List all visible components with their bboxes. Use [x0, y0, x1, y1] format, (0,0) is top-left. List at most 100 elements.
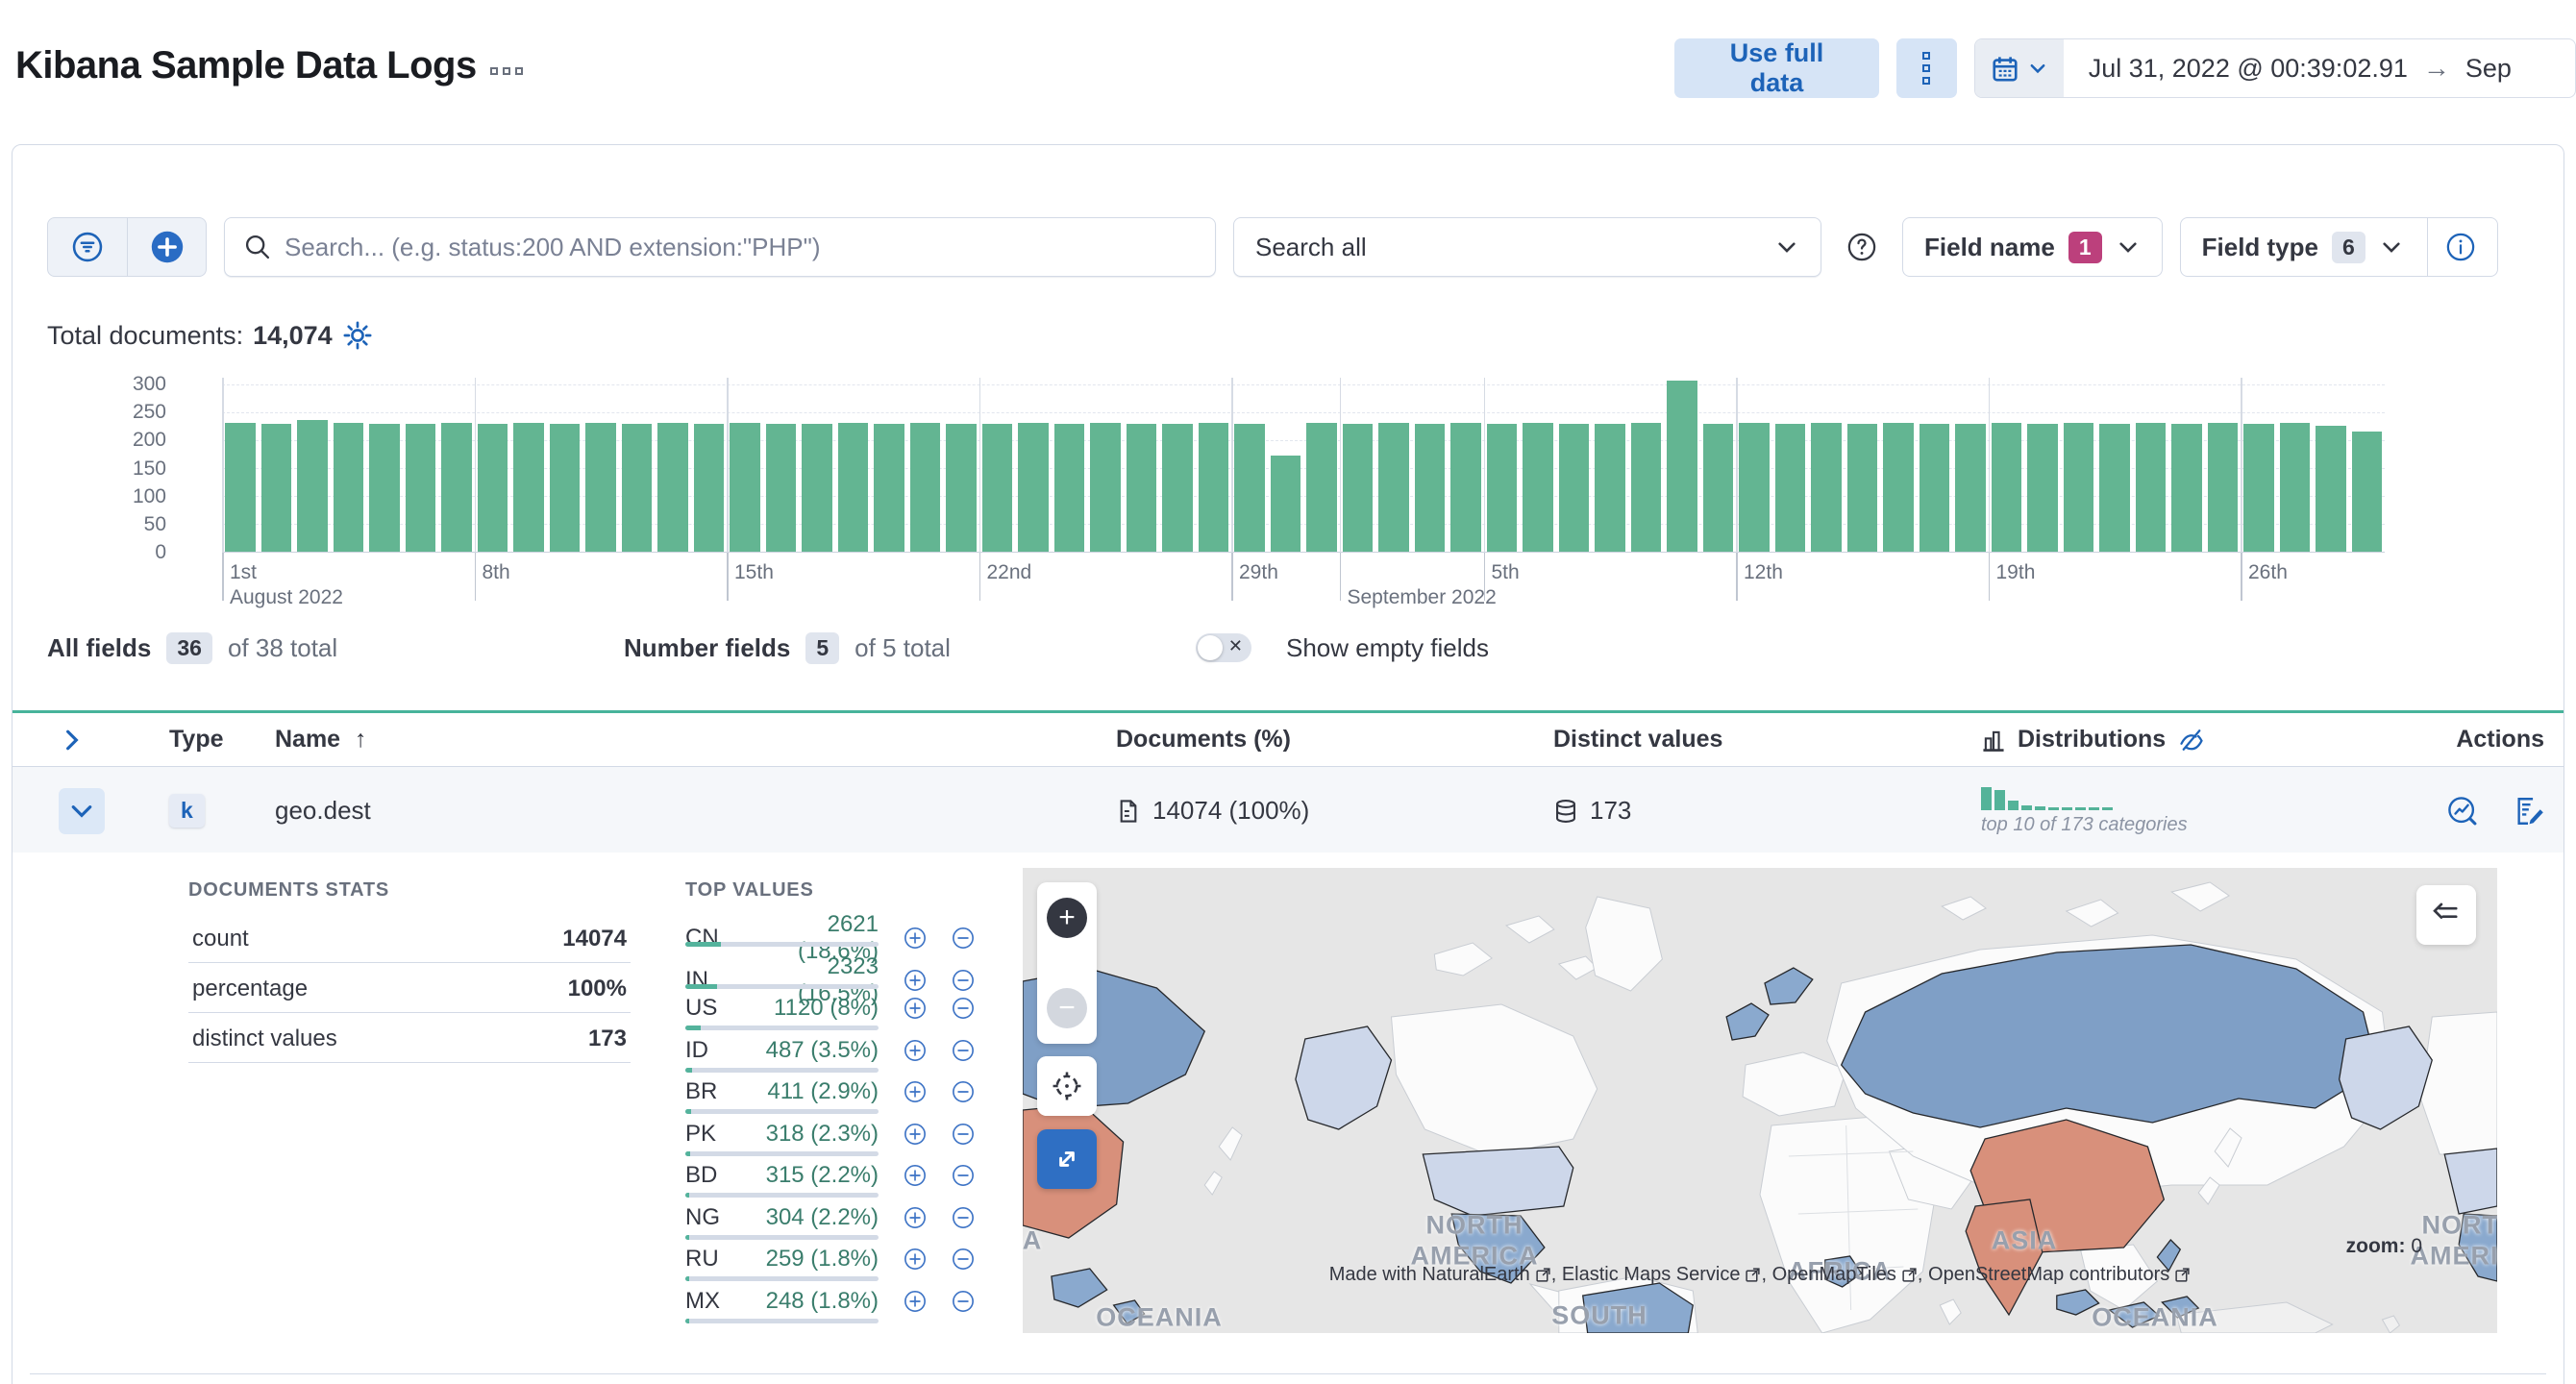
date-end[interactable]: Sep: [2465, 54, 2512, 84]
filter-for-button[interactable]: [904, 1290, 927, 1313]
field-type-filter[interactable]: Field type 6: [2179, 217, 2498, 277]
date-start[interactable]: Jul 31, 2022 @ 00:39:02.91: [2089, 54, 2408, 84]
filter-out-button[interactable]: [952, 997, 975, 1020]
map-zoom-out-button[interactable]: −: [1047, 988, 1087, 1028]
map-zoom-in-button[interactable]: +: [1047, 898, 1087, 938]
top-value-progress-bar: [685, 1150, 879, 1156]
filter-for-value-icon: [904, 998, 926, 1019]
help-button[interactable]: [1839, 217, 1885, 277]
attribution-link[interactable]: OpenMapTiles: [1772, 1264, 1918, 1286]
expand-all-chevron-icon[interactable]: [59, 727, 86, 754]
filter-for-button[interactable]: [904, 927, 927, 950]
filter-button[interactable]: [48, 218, 127, 276]
chevron-down-icon: [2119, 242, 2137, 253]
attribution-link[interactable]: Made with NaturalEarth: [1329, 1264, 1551, 1286]
continent-label: OCEANIA: [1096, 1302, 1223, 1332]
date-range-text: Jul 31, 2022 @ 00:39:02.91 → Sep: [2064, 39, 2512, 97]
external-link-icon: [1536, 1268, 1550, 1282]
filter-for-button[interactable]: [904, 1123, 927, 1146]
column-header-distributions[interactable]: Distributions: [1981, 726, 2394, 754]
top-value-row: ID 487 (3.5%): [685, 1037, 983, 1079]
map-expand-button[interactable]: [1037, 1129, 1097, 1189]
histogram-bar: [1523, 423, 1553, 552]
gear-icon[interactable]: [342, 320, 373, 351]
title-options-icon[interactable]: [489, 66, 523, 75]
hide-distributions-icon[interactable]: [2177, 726, 2206, 754]
search-all-select[interactable]: Search all: [1233, 217, 1821, 277]
histogram-bar: [730, 423, 760, 552]
filter-out-button[interactable]: [952, 1123, 975, 1146]
filter-for-value-icon: [904, 1206, 926, 1228]
column-header-documents[interactable]: Documents (%): [1116, 726, 1553, 754]
column-header-name[interactable]: Name ↑: [272, 726, 1116, 754]
histogram-bar: [874, 423, 904, 552]
filter-out-button[interactable]: [952, 927, 975, 950]
field-row-geo-dest[interactable]: k geo.dest 14074 (100%) 173 top 10 of 17…: [12, 767, 2564, 855]
histogram-bar: [1955, 423, 1986, 552]
geo-map[interactable]: NORTHAMERICAASIAASIAAFRICASOUTHOCEANIAOC…: [1023, 868, 2497, 1333]
show-empty-fields-toggle[interactable]: ✕: [1196, 633, 1251, 662]
top-value-code: BD: [685, 1162, 718, 1188]
filter-out-button[interactable]: [952, 1164, 975, 1187]
histogram-bar: [1234, 423, 1265, 552]
top-value-progress-bar: [685, 1067, 879, 1073]
top-value-code: MX: [685, 1287, 720, 1314]
search-input[interactable]: [285, 232, 1196, 262]
add-filter-button[interactable]: [127, 218, 206, 276]
filter-out-button[interactable]: [952, 969, 975, 992]
filter-out-button[interactable]: [952, 1080, 975, 1103]
stat-value: 173: [587, 1025, 627, 1051]
filter-for-value-icon: [904, 927, 926, 949]
map-fit-to-data-button[interactable]: [1037, 1056, 1097, 1116]
x-tick-label: 8th: [482, 561, 510, 583]
chevron-down-icon: [2383, 242, 2400, 253]
filter-out-button[interactable]: [952, 1039, 975, 1062]
filter-for-button[interactable]: [904, 997, 927, 1020]
continent-label: ASIA: [1991, 1225, 2058, 1255]
attribution-link[interactable]: Elastic Maps Service: [1562, 1264, 1762, 1286]
histogram-bar: [1846, 423, 1877, 552]
map-expand-control: [1037, 1129, 1097, 1189]
stat-value: 14074: [562, 925, 627, 952]
histogram-plot[interactable]: [222, 378, 2385, 601]
histogram-bar: [946, 424, 977, 552]
explore-in-lens-icon[interactable]: [2446, 795, 2479, 828]
top-value-progress-bar: [685, 1193, 879, 1198]
edit-field-icon[interactable]: [2512, 795, 2544, 828]
map-legend-collapse-button[interactable]: [2416, 885, 2476, 945]
top-values-section: TOP VALUES CN 2621 (18.6%) IN 2323 (16.5%) U…: [685, 879, 983, 1329]
use-full-data-button[interactable]: Use full data: [1674, 38, 1880, 98]
chevron-down-icon: [2030, 64, 2045, 74]
date-range-picker[interactable]: Jul 31, 2022 @ 00:39:02.91 → Sep: [1973, 38, 2576, 98]
calendar-dropdown-button[interactable]: [1974, 39, 2064, 97]
filter-out-button[interactable]: [952, 1248, 975, 1271]
x-tick-label: 15th: [734, 561, 774, 583]
filter-out-button[interactable]: [952, 1206, 975, 1229]
filter-out-value-icon: [953, 1165, 974, 1186]
external-link-icon: [1746, 1268, 1761, 1282]
filter-out-value-icon: [953, 998, 974, 1019]
column-header-distinct-values[interactable]: Distinct values: [1553, 726, 1981, 754]
top-value-progress-bar: [685, 1276, 879, 1281]
filter-for-button[interactable]: [904, 969, 927, 992]
question-icon: [1847, 233, 1876, 261]
y-axis: 0 50 100 150 200 250 300: [47, 373, 182, 563]
kebab-menu-button[interactable]: [1896, 38, 1957, 98]
filter-for-button[interactable]: [904, 1206, 927, 1229]
chevron-down-icon: [1778, 242, 1796, 253]
column-header-type[interactable]: Type: [89, 726, 272, 754]
filter-for-button[interactable]: [904, 1039, 927, 1062]
histogram-bar: [297, 420, 328, 552]
histogram-bar: [2207, 423, 2238, 552]
histogram-bar: [1198, 423, 1228, 552]
filter-out-button[interactable]: [952, 1290, 975, 1313]
top-value-count: 304 (2.2%): [765, 1203, 879, 1230]
attribution-link[interactable]: OpenStreetMap contributors: [1928, 1264, 2191, 1286]
filter-for-button[interactable]: [904, 1164, 927, 1187]
x-tick-label: September 2022: [1347, 586, 1497, 608]
filter-for-button[interactable]: [904, 1248, 927, 1271]
info-icon[interactable]: [2445, 232, 2476, 262]
filter-for-button[interactable]: [904, 1080, 927, 1103]
filter-for-value-icon: [904, 1165, 926, 1186]
field-name-filter[interactable]: Field name 1: [1902, 217, 2163, 277]
